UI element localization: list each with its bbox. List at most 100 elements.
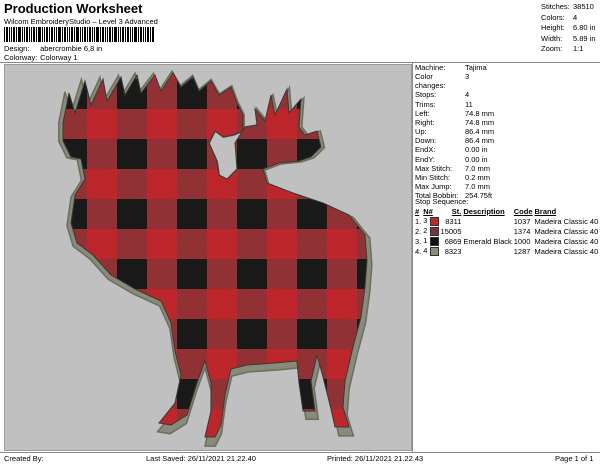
stop-sequence-table: # N# St. Description Code Brand 1. 3 831… [415, 207, 600, 256]
col-num: # [415, 207, 420, 216]
info-value: 86.4 mm [465, 127, 495, 137]
row-brand: Madeira Classic 40 [534, 236, 599, 246]
info-label: Up: [415, 127, 427, 137]
info-row: Down: 86.4 mm [415, 136, 494, 145]
info-row: Machine: Tajima [415, 63, 494, 72]
row-needle: 3 [423, 216, 440, 226]
info-label: Max Jump: [415, 182, 452, 192]
info-label: Left: [415, 108, 430, 118]
col-brand: Brand [534, 207, 557, 216]
col-needle: N# [423, 207, 433, 216]
row-stitches: 8311 [445, 216, 462, 226]
info-value: 3 [465, 72, 470, 82]
software-name: Wilcom EmbroideryStudio – Level 3 Advanc… [4, 17, 158, 26]
color-swatch [429, 246, 439, 256]
design-stats: Stitches: 38510 Colors: 4 Height: 6.80 in W… [541, 2, 596, 55]
worksheet-title: Production Worksheet [4, 1, 143, 16]
stat-width: Width: 5.89 in [541, 34, 596, 45]
info-value: 74.8 mm [465, 108, 495, 118]
row-stitches: 15005 [440, 226, 462, 236]
row-stitches: 8323 [444, 246, 462, 256]
col-description: Description [463, 207, 505, 216]
design-row: Design: abercrombie 6,8 in [4, 44, 102, 53]
row-description: Emerald Black [463, 236, 512, 246]
design-value: abercrombie 6,8 in [40, 44, 103, 53]
color-swatch [429, 216, 439, 226]
info-row: Right: 74.8 mm [415, 118, 494, 127]
row-stitches: 6869 [444, 236, 462, 246]
colorway-value: Colorway 1 [40, 53, 78, 62]
info-value: 86.4 mm [465, 136, 495, 146]
stat-label: Stitches: [541, 2, 570, 11]
info-row: EndY: 0.00 in [415, 155, 494, 164]
info-row: Color changes: 3 [415, 72, 494, 90]
row-brand: Madeira Classic 40 [534, 216, 599, 226]
row-description [463, 216, 513, 226]
info-value: 11 [465, 99, 473, 109]
row-description [463, 246, 513, 256]
stat-value: 4 [573, 12, 578, 22]
row-needle: 2 [423, 226, 440, 236]
info-row: EndX: 0.00 in [415, 145, 494, 154]
info-value: 0.2 mm [465, 172, 491, 182]
stat-label: Width: [541, 33, 563, 43]
info-label: Max Stitch: [415, 163, 453, 173]
footer-page-number: Page 1 of 1 [555, 454, 594, 463]
info-row: Trims: 11 [415, 100, 494, 109]
stat-label: Height: [541, 23, 565, 33]
info-row: Max Jump: 7.0 mm [415, 182, 494, 191]
row-brand: Madeira Classic 40 [534, 226, 599, 236]
row-num: 2. [415, 226, 422, 236]
needle-number: 1 [423, 236, 428, 246]
info-row: Stops: 4 [415, 90, 494, 99]
stat-label: Zoom: [541, 44, 563, 54]
needle-number: 4 [423, 246, 428, 256]
color-swatch [429, 236, 439, 246]
info-value: Tajima [465, 63, 487, 72]
info-label: Min Stitch: [415, 172, 451, 182]
info-label: Stops: [415, 90, 437, 100]
panel-divider [412, 62, 413, 452]
info-label: EndY: [415, 154, 436, 164]
stat-value: 5.89 in [573, 33, 596, 43]
row-description [463, 226, 513, 236]
info-label: EndX: [415, 145, 436, 155]
needle-number: 2 [423, 226, 428, 236]
row-code: 1037 [513, 216, 531, 226]
info-label: Right: [415, 117, 435, 127]
info-row: Left: 74.8 mm [415, 109, 494, 118]
info-label: Color changes: [415, 72, 446, 91]
info-label: Machine: [415, 63, 446, 72]
footer-divider [0, 452, 600, 453]
machine-info: Machine: Tajima Color changes: 3 Stops: 4 T… [415, 63, 494, 200]
color-swatch [429, 226, 439, 236]
stat-value: 6.80 in [573, 23, 596, 33]
stat-colors: Colors: 4 [541, 13, 596, 24]
footer-printed: Printed: 26/11/2021 21.22.43 [327, 454, 424, 463]
stat-height: Height: 6.80 in [541, 23, 596, 34]
info-value: 74.8 mm [465, 117, 495, 127]
colorway-label: Colorway: [4, 53, 38, 62]
row-code: 1374 [513, 226, 531, 236]
info-value: 4 [465, 90, 470, 100]
stat-stitches: Stitches: 38510 [541, 2, 596, 13]
info-label: Down: [415, 136, 437, 146]
stop-sequence-title: Stop Sequence: [415, 197, 469, 206]
row-needle: 4 [423, 246, 440, 256]
needle-number: 3 [423, 216, 428, 226]
info-value: 7.0 mm [465, 182, 491, 192]
table-row: 2. 2 15005 1374 Madeira Classic 40 [415, 226, 600, 236]
stat-zoom: Zoom: 1:1 [541, 44, 596, 55]
row-code: 1287 [513, 246, 531, 256]
design-preview [4, 64, 412, 451]
row-code: 1000 [513, 236, 531, 246]
moose-embroidery-image [57, 70, 373, 447]
colorway-row: Colorway: Colorway 1 [4, 53, 78, 62]
row-needle: 1 [423, 236, 440, 246]
col-code: Code [513, 207, 533, 216]
col-stitches: St. [451, 207, 462, 216]
footer-created-by: Created By: [4, 454, 44, 463]
table-row: 1. 3 8311 1037 Madeira Classic 40 [415, 216, 600, 226]
stat-label: Colors: [541, 12, 565, 22]
header-divider [0, 62, 600, 63]
